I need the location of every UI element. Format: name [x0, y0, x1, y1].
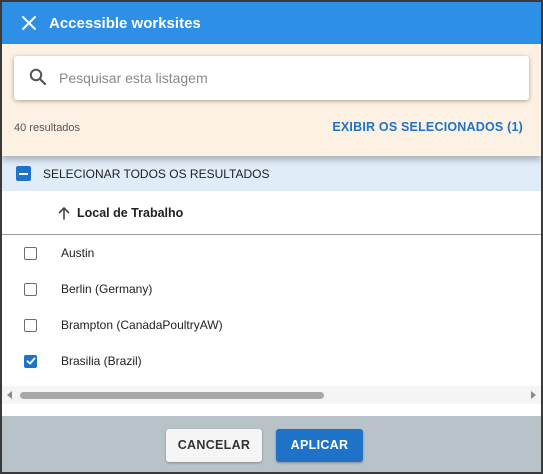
accessible-worksites-dialog: Accessible worksites 40 resultados EXIBI…	[0, 0, 543, 474]
search-box[interactable]	[14, 56, 529, 100]
scrollbar-thumb[interactable]	[20, 392, 324, 399]
row-label: Berlin (Germany)	[61, 282, 153, 296]
checkmark-icon	[26, 357, 35, 365]
row-label: Austin	[61, 246, 95, 260]
row-checkbox[interactable]	[24, 246, 37, 260]
column-header-label: Local de Trabalho	[77, 205, 184, 220]
row-label: Brampton (CanadaPoultryAW)	[61, 318, 223, 332]
search-panel: 40 resultados EXIBIR OS SELECIONADOS (1)	[2, 44, 541, 156]
worksite-list: Austin Berlin (Germany) Brampton (Canada…	[2, 235, 541, 379]
apply-button[interactable]: APLICAR	[276, 428, 363, 462]
horizontal-scrollbar[interactable]	[2, 386, 541, 404]
indeterminate-icon	[19, 172, 28, 175]
dialog-footer: CANCELAR APLICAR	[2, 416, 541, 472]
results-count: 40 resultados	[14, 122, 81, 134]
search-icon	[29, 68, 49, 88]
row-checkbox[interactable]	[24, 354, 37, 368]
close-icon	[22, 16, 36, 30]
row-checkbox[interactable]	[24, 318, 37, 332]
scroll-left-icon[interactable]	[7, 391, 12, 399]
show-selected-link[interactable]: EXIBIR OS SELECIONADOS (1)	[332, 120, 523, 134]
cancel-button[interactable]: CANCELAR	[166, 428, 262, 462]
list-item[interactable]: Brasilia (Brazil)	[2, 343, 541, 379]
column-header[interactable]: Local de Trabalho	[2, 191, 541, 235]
arrow-up-icon	[58, 206, 72, 220]
row-label: Brasilia (Brazil)	[61, 354, 142, 368]
row-checkbox[interactable]	[24, 282, 37, 296]
close-button[interactable]	[17, 11, 41, 35]
list-item[interactable]: Austin	[2, 235, 541, 271]
list-item[interactable]: Berlin (Germany)	[2, 271, 541, 307]
dialog-title: Accessible worksites	[49, 14, 201, 32]
list-item[interactable]: Brampton (CanadaPoultryAW)	[2, 307, 541, 343]
scroll-right-icon[interactable]	[531, 391, 536, 399]
dialog-header: Accessible worksites	[2, 2, 541, 44]
search-input[interactable]	[59, 70, 499, 86]
select-all-row[interactable]: SELECIONAR TODOS OS RESULTADOS	[2, 156, 541, 191]
select-all-checkbox[interactable]	[16, 166, 31, 181]
select-all-label: SELECIONAR TODOS OS RESULTADOS	[43, 166, 270, 181]
